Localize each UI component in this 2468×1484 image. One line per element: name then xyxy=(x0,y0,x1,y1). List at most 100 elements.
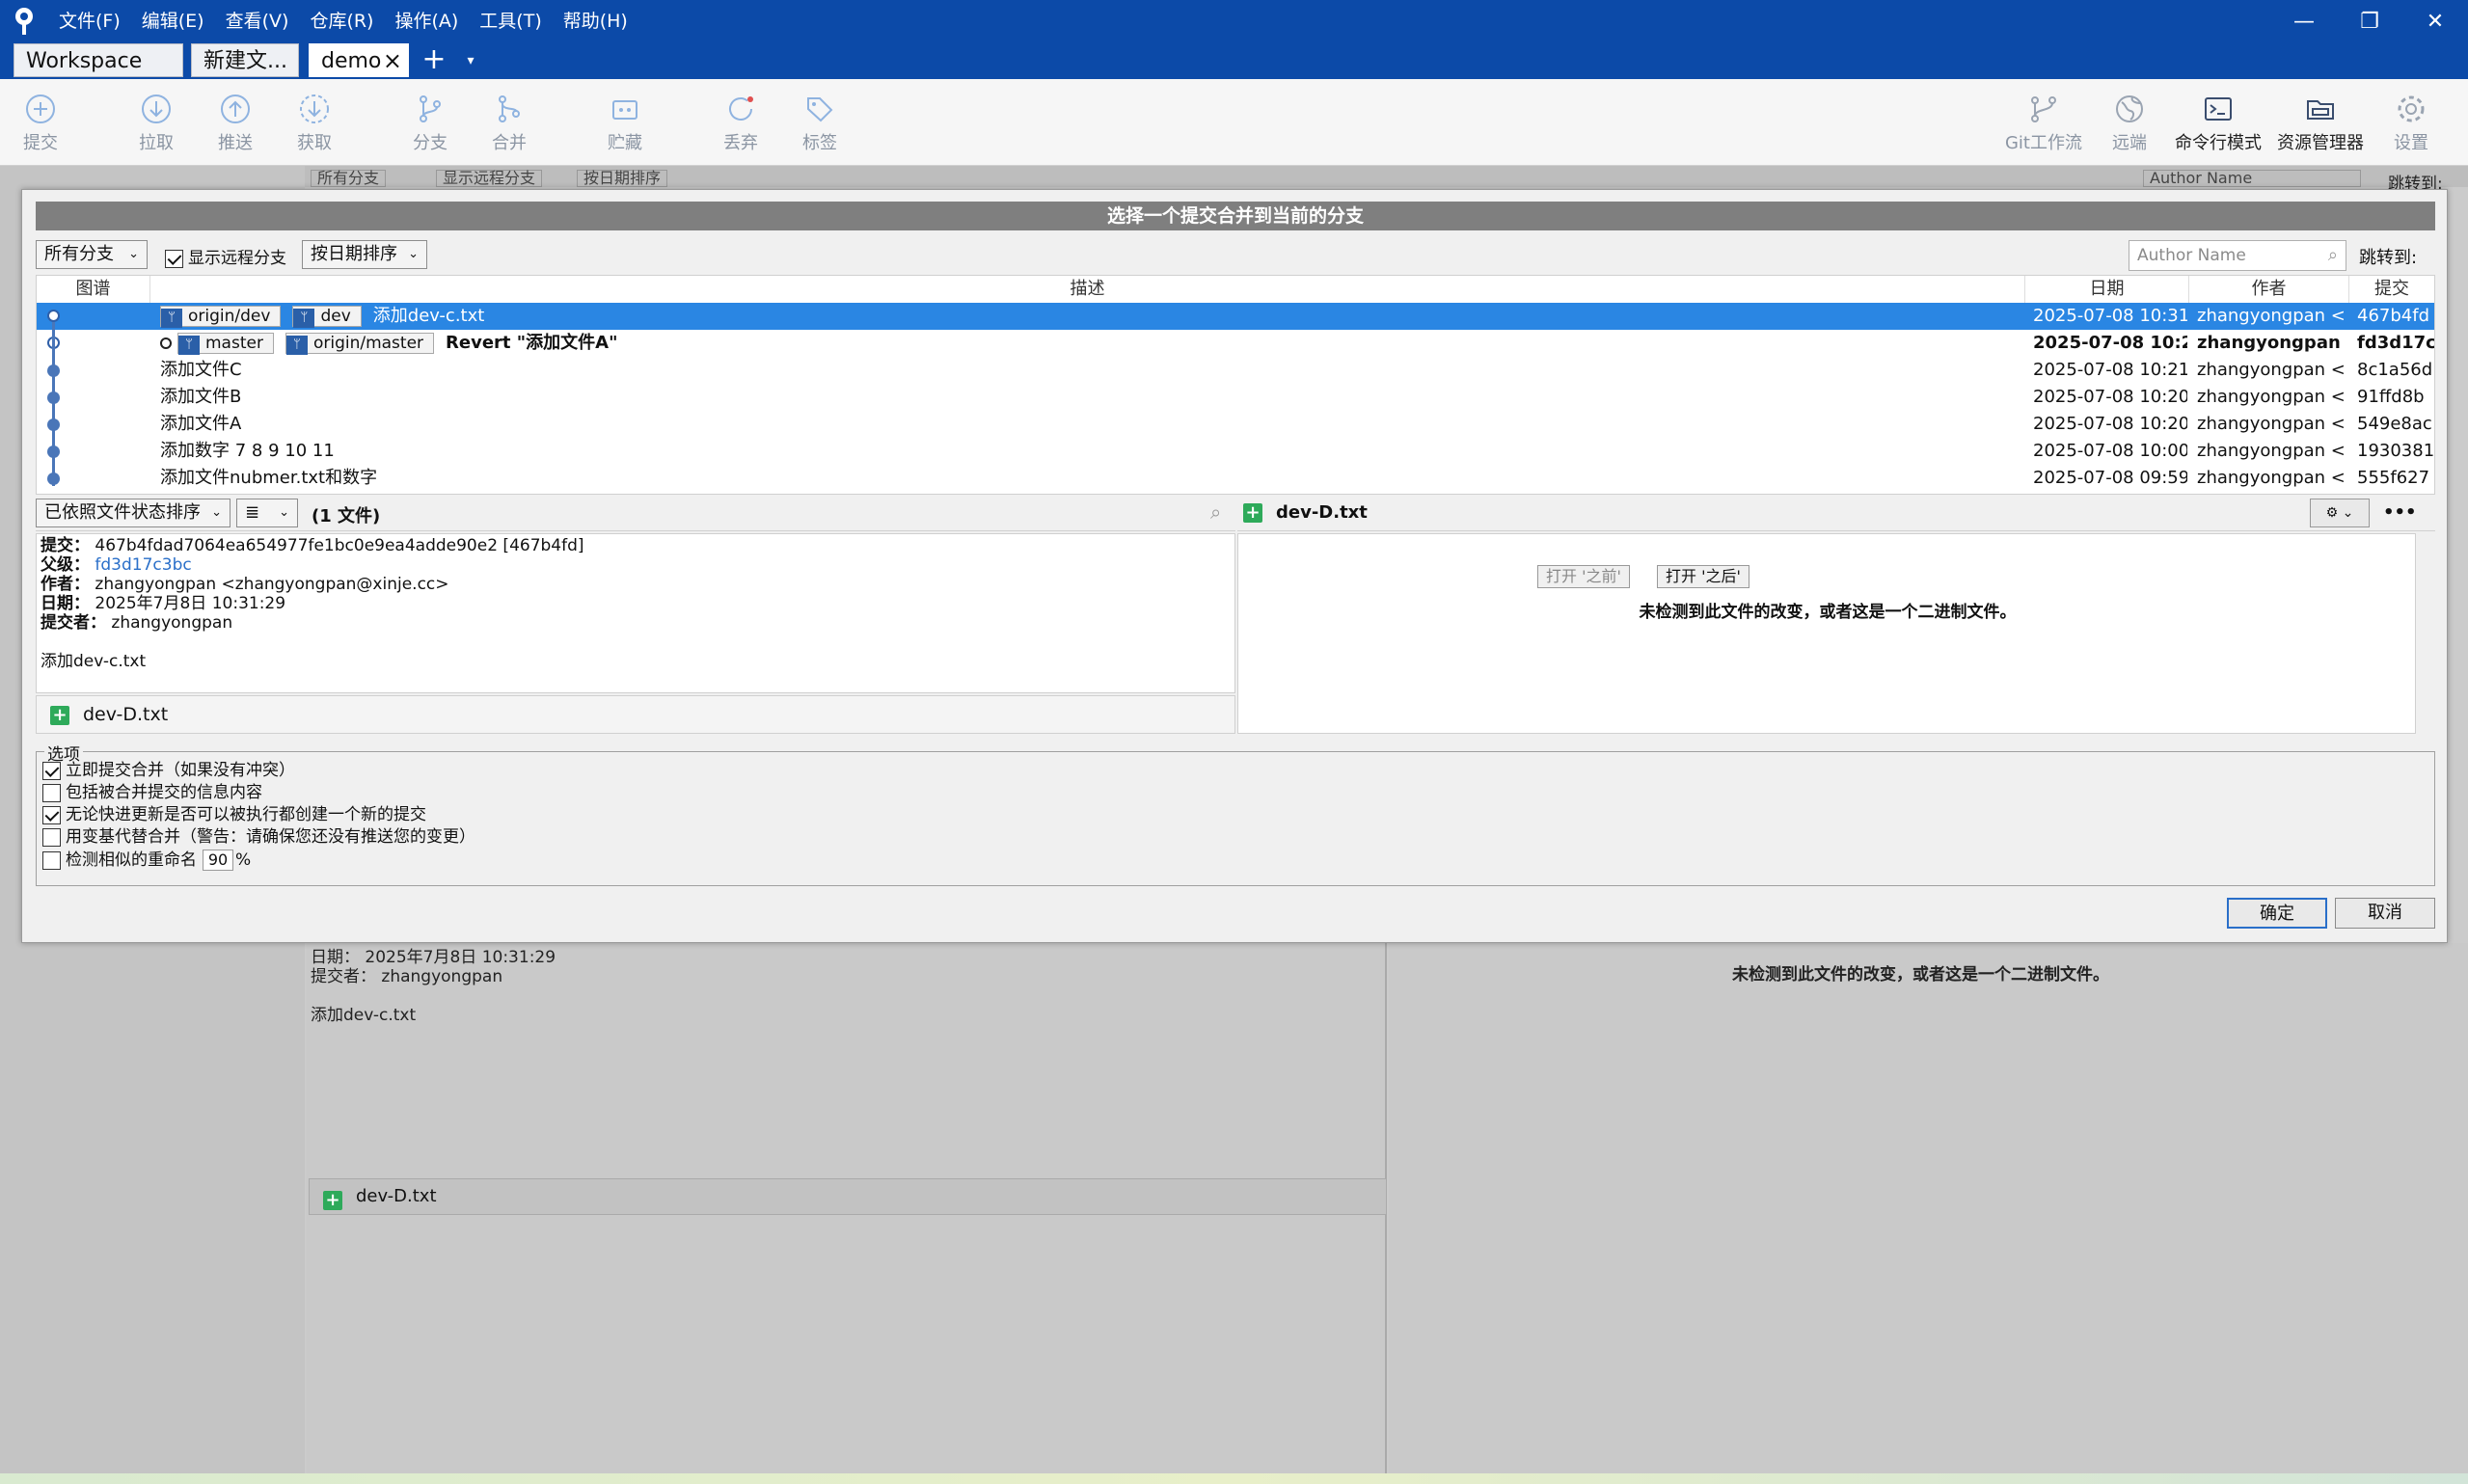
file-list-item[interactable]: + dev-D.txt xyxy=(36,695,1235,734)
discard-button[interactable]: 丢弃 xyxy=(700,79,781,166)
window-controls: — ❐ ✕ xyxy=(2271,0,2468,42)
merge-button[interactable]: 合并 xyxy=(469,79,550,166)
added-file-icon: + xyxy=(1243,503,1262,523)
commit-row[interactable]: 添加文件nubmer.txt和数字 2025-07-08 09:59 zhang… xyxy=(37,465,2434,492)
column-author[interactable]: 作者 xyxy=(2189,276,2349,303)
branch-button[interactable]: 分支 xyxy=(390,79,471,166)
commit-icon xyxy=(26,94,55,123)
option-label: 包括被合并提交的信息内容 xyxy=(66,783,262,802)
diff-content: 打开 '之前' 打开 '之后' 未检测到此文件的改变，或者这是一个二进制文件。 xyxy=(1237,533,2416,734)
menu-actions[interactable]: 操作(A) xyxy=(384,0,469,42)
author-search-input[interactable]: Author Name ⌕ xyxy=(2129,240,2346,271)
menu-help[interactable]: 帮助(H) xyxy=(553,0,638,42)
commit-row-selected[interactable]: ᛘ origin/dev ᛘ dev 添加dev-c.txt 2025-07-08 10… xyxy=(37,303,2434,330)
commit-author: zhangyongpan < xyxy=(2197,441,2346,461)
tab-demo[interactable]: demo × xyxy=(309,43,409,77)
menu-view[interactable]: 查看(V) xyxy=(215,0,300,42)
diff-settings-button[interactable]: ⚙ ⌄ xyxy=(2310,499,2370,527)
tab-workspace[interactable]: Workspace xyxy=(14,43,183,77)
option-detect-renames[interactable]: 检测相似的重命名 90% xyxy=(42,850,251,871)
file-sort-combo[interactable]: 已依照文件状态排序 ⌄ xyxy=(36,499,231,527)
checkbox-icon xyxy=(42,805,61,824)
terminal-label: 命令行模式 xyxy=(2175,133,2262,153)
terminal-button[interactable]: 命令行模式 xyxy=(2172,79,2265,166)
tag-button[interactable]: 标签 xyxy=(779,79,860,166)
chevron-down-icon: ⌄ xyxy=(2342,505,2354,521)
option-commit-immediately[interactable]: 立即提交合并（如果没有冲突） xyxy=(42,760,295,781)
option-label: 用变基代替合并（警告：请确保您还没有推送您的变更） xyxy=(66,827,475,847)
column-commit[interactable]: 提交 xyxy=(2349,276,2434,303)
more-options-button[interactable]: ••• xyxy=(2383,495,2417,531)
commit-hash: 555f627 xyxy=(2357,468,2430,488)
open-before-button[interactable]: 打开 '之前' xyxy=(1537,565,1630,588)
detail-key: 作者： xyxy=(41,575,90,594)
menu-tools[interactable]: 工具(T) xyxy=(469,0,552,42)
commit-row[interactable]: 添加数字 7 8 9 10 11 2025-07-08 10:00 zhangy… xyxy=(37,438,2434,465)
restore-button[interactable]: ❐ xyxy=(2337,0,2402,42)
title-bar: 文件(F) 编辑(E) 查看(V) 仓库(R) 操作(A) 工具(T) 帮助(H… xyxy=(0,0,2468,42)
close-window-button[interactable]: ✕ xyxy=(2402,0,2468,42)
open-after-button[interactable]: 打开 '之后' xyxy=(1657,565,1749,588)
globe-icon xyxy=(2116,95,2143,122)
folder-icon xyxy=(2307,100,2334,120)
commit-row[interactable]: ᛘ master ᛘ origin/master Revert "添加文件A" 2025… xyxy=(37,330,2434,357)
commit-author: zhangyongpan < xyxy=(2197,360,2346,380)
diff-file-name: dev-D.txt xyxy=(1276,502,1368,523)
commit-row[interactable]: 添加文件C 2025-07-08 10:21 zhangyongpan < 8c… xyxy=(37,357,2434,384)
tab-close-icon[interactable]: × xyxy=(383,44,402,76)
settings-button[interactable]: 设置 xyxy=(2373,79,2450,166)
commit-date: 2025-07-08 10:00 xyxy=(2033,441,2187,461)
commit-row[interactable]: 添加文件B 2025-07-08 10:20 zhangyongpan < 91… xyxy=(37,384,2434,411)
background-file-row: + dev-D.txt xyxy=(309,1178,1387,1215)
tab-demo-label: demo xyxy=(321,49,382,73)
commit-row[interactable]: 添加文件A 2025-07-08 10:20 zhangyongpan < 54… xyxy=(37,411,2434,438)
commit-description: ᛘ origin/dev ᛘ dev 添加dev-c.txt xyxy=(160,303,484,330)
explorer-label: 资源管理器 xyxy=(2277,133,2364,153)
show-remote-label: 显示远程分支 xyxy=(188,249,286,268)
explorer-button[interactable]: 资源管理器 xyxy=(2272,79,2369,166)
cancel-button[interactable]: 取消 xyxy=(2335,898,2435,929)
menu-repository[interactable]: 仓库(R) xyxy=(299,0,384,42)
ok-button[interactable]: 确定 xyxy=(2227,898,2327,929)
similarity-input[interactable]: 90 xyxy=(203,850,233,871)
commit-author: zhangyongpan < xyxy=(2197,387,2346,407)
minimize-button[interactable]: — xyxy=(2271,0,2337,42)
checkbox-icon xyxy=(42,827,61,847)
gitflow-button[interactable]: Git工作流 xyxy=(2000,79,2087,166)
stash-button[interactable]: 贮藏 xyxy=(584,79,665,166)
option-include-messages[interactable]: 包括被合并提交的信息内容 xyxy=(42,782,262,803)
fetch-button[interactable]: 获取 xyxy=(274,79,355,166)
branch-icon: ᛘ xyxy=(293,309,315,328)
detail-key: 日期： xyxy=(41,594,90,613)
branch-filter-combo[interactable]: 所有分支 ⌄ xyxy=(36,240,148,269)
chevron-down-icon: ⌄ xyxy=(408,247,419,261)
search-icon[interactable]: ⌕ xyxy=(1210,500,1221,524)
settings-label: 设置 xyxy=(2394,133,2428,153)
column-graph[interactable]: 图谱 xyxy=(37,276,150,303)
menu-file[interactable]: 文件(F) xyxy=(48,0,131,42)
menu-edit[interactable]: 编辑(E) xyxy=(131,0,215,42)
background-diff-pane xyxy=(1389,943,2468,1473)
commit-date: 2025-07-08 10:20 xyxy=(2033,387,2187,407)
parent-link[interactable]: fd3d17c3bc xyxy=(95,555,191,575)
file-sort-value: 已依照文件状态排序 xyxy=(44,502,201,523)
column-date[interactable]: 日期 xyxy=(2025,276,2189,303)
new-tab-button[interactable]: + xyxy=(417,42,451,79)
pull-button[interactable]: 拉取 xyxy=(116,79,197,166)
option-no-fast-forward[interactable]: 无论快进更新是否可以被执行都创建一个新的提交 xyxy=(42,804,426,825)
commit-date: 2025-07-08 10:21 xyxy=(2033,360,2187,380)
remote-button[interactable]: 远端 xyxy=(2089,79,2170,166)
commit-date: 2025-07-08 09:59 xyxy=(2033,468,2187,488)
column-description[interactable]: 描述 xyxy=(150,276,2025,303)
tab-list-dropdown-icon[interactable]: ▾ xyxy=(457,42,484,79)
sort-combo[interactable]: 按日期排序 ⌄ xyxy=(302,240,427,269)
commit-button[interactable]: 提交 xyxy=(0,79,81,166)
commit-label: 提交 xyxy=(23,133,58,153)
view-mode-combo[interactable]: ≣ ⌄ xyxy=(236,499,298,527)
option-rebase[interactable]: 用变基代替合并（警告：请确保您还没有推送您的变更） xyxy=(42,826,475,848)
background-added-icon: + xyxy=(323,1191,342,1210)
show-remote-checkbox[interactable]: 显示远程分支 xyxy=(165,244,286,268)
push-button[interactable]: 推送 xyxy=(195,79,276,166)
commit-date: 2025-07-08 10:31 xyxy=(2033,306,2187,326)
tab-new[interactable]: 新建文... xyxy=(191,43,299,77)
